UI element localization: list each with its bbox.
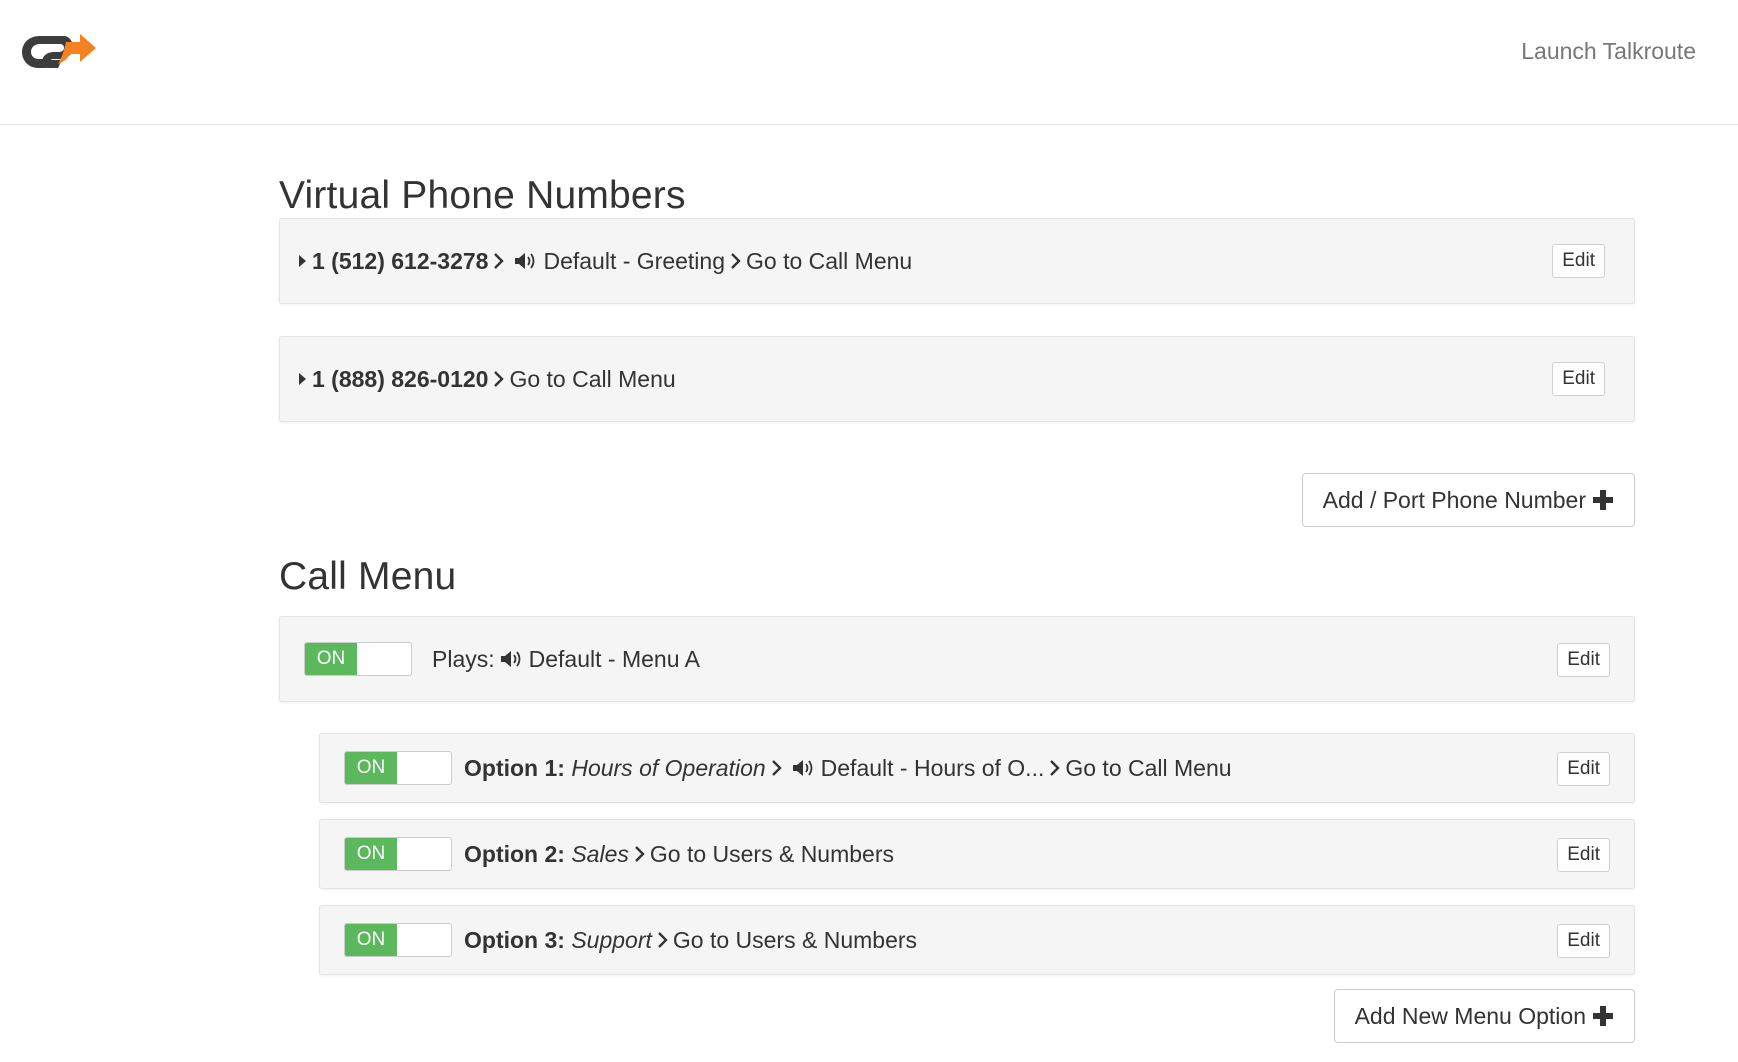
edit-button[interactable]: Edit [1552, 362, 1605, 396]
routing-action: Go to Call Menu [746, 247, 913, 274]
menu-option-row[interactable]: ON Option 3: Support Go to Users & Numbe… [319, 905, 1635, 975]
add-menu-option-label: Add New Menu Option [1354, 1002, 1586, 1029]
plus-icon [1593, 490, 1613, 510]
option-label: Option 3: [464, 926, 565, 953]
phone-number-summary: 1 (512) 612-3278 Default - Greeting Go t… [299, 248, 912, 275]
call-menu-row[interactable]: ON Plays: Default - Menu A Edit [279, 616, 1635, 702]
call-menu-toggle[interactable]: ON [304, 642, 412, 676]
add-port-label: Add / Port Phone Number [1322, 486, 1586, 513]
speaker-icon [792, 760, 813, 776]
add-port-phone-number-button[interactable]: Add / Port Phone Number [1301, 473, 1635, 527]
chevron-right-icon [1050, 760, 1061, 776]
expand-caret-icon[interactable] [299, 255, 306, 267]
option-recording: Default - Hours of O... [820, 754, 1045, 781]
chevron-right-icon [731, 253, 741, 269]
plus-icon [1593, 1006, 1613, 1026]
speaker-icon [500, 651, 521, 667]
chevron-right-icon [635, 846, 645, 862]
chevron-right-icon [494, 253, 505, 269]
option-action: Go to Call Menu [1065, 754, 1232, 781]
option-label: Option 2: [464, 840, 565, 867]
chevron-right-icon [658, 932, 668, 948]
phone-number-summary: 1 (888) 826-0120 Go to Call Menu [299, 366, 676, 393]
edit-button[interactable]: Edit [1557, 752, 1610, 786]
talkroute-logo[interactable] [18, 28, 98, 76]
option-summary: Option 1: Hours of Operation Default - H… [464, 755, 1232, 782]
option-toggle[interactable]: ON [344, 923, 452, 957]
chevron-right-icon [771, 760, 782, 776]
edit-button[interactable]: Edit [1557, 924, 1610, 958]
edit-button[interactable]: Edit [1557, 838, 1610, 872]
routing-action: Go to Call Menu [509, 365, 676, 392]
chevron-right-icon [494, 371, 505, 387]
menu-option-row[interactable]: ON Option 2: Sales Go to Users & Numbers… [319, 819, 1635, 889]
speaker-icon [515, 253, 535, 269]
toggle-on-label: ON [305, 643, 357, 675]
option-action: Go to Users & Numbers [649, 840, 895, 867]
option-summary: Option 2: Sales Go to Users & Numbers [464, 841, 894, 868]
option-action: Go to Users & Numbers [672, 926, 918, 953]
expand-caret-icon[interactable] [299, 373, 306, 385]
toggle-on-label: ON [345, 752, 397, 784]
plays-label: Plays: [432, 645, 495, 672]
add-new-menu-option-button[interactable]: Add New Menu Option [1333, 989, 1635, 1043]
call-menu-heading: Call Menu [279, 555, 457, 598]
option-name: Sales [571, 840, 629, 867]
phone-number-row[interactable]: 1 (512) 612-3278 Default - Greeting Go t… [279, 218, 1635, 304]
virtual-phone-numbers-heading: Virtual Phone Numbers [279, 174, 686, 217]
option-toggle[interactable]: ON [344, 837, 452, 871]
option-label: Option 1: [464, 754, 565, 781]
option-summary: Option 3: Support Go to Users & Numbers [464, 927, 917, 954]
option-toggle[interactable]: ON [344, 751, 452, 785]
phone-number: 1 (888) 826-0120 [312, 365, 489, 392]
launch-talkroute-link[interactable]: Launch Talkroute [1521, 38, 1696, 65]
option-name: Hours of Operation [571, 754, 766, 781]
menu-option-row[interactable]: ON Option 1: Hours of Operation Default … [319, 733, 1635, 803]
toggle-on-label: ON [345, 924, 397, 956]
edit-button[interactable]: Edit [1557, 643, 1610, 677]
call-menu-summary: Plays: Default - Menu A [432, 646, 700, 673]
phone-number: 1 (512) 612-3278 [312, 247, 489, 274]
toggle-on-label: ON [345, 838, 397, 870]
top-navbar: Launch Talkroute [0, 0, 1738, 125]
edit-button[interactable]: Edit [1552, 244, 1605, 278]
greeting-name: Default - Greeting [543, 247, 725, 274]
option-name: Support [571, 926, 652, 953]
phone-number-row[interactable]: 1 (888) 826-0120 Go to Call Menu Edit [279, 336, 1635, 422]
menu-recording: Default - Menu A [528, 645, 700, 672]
